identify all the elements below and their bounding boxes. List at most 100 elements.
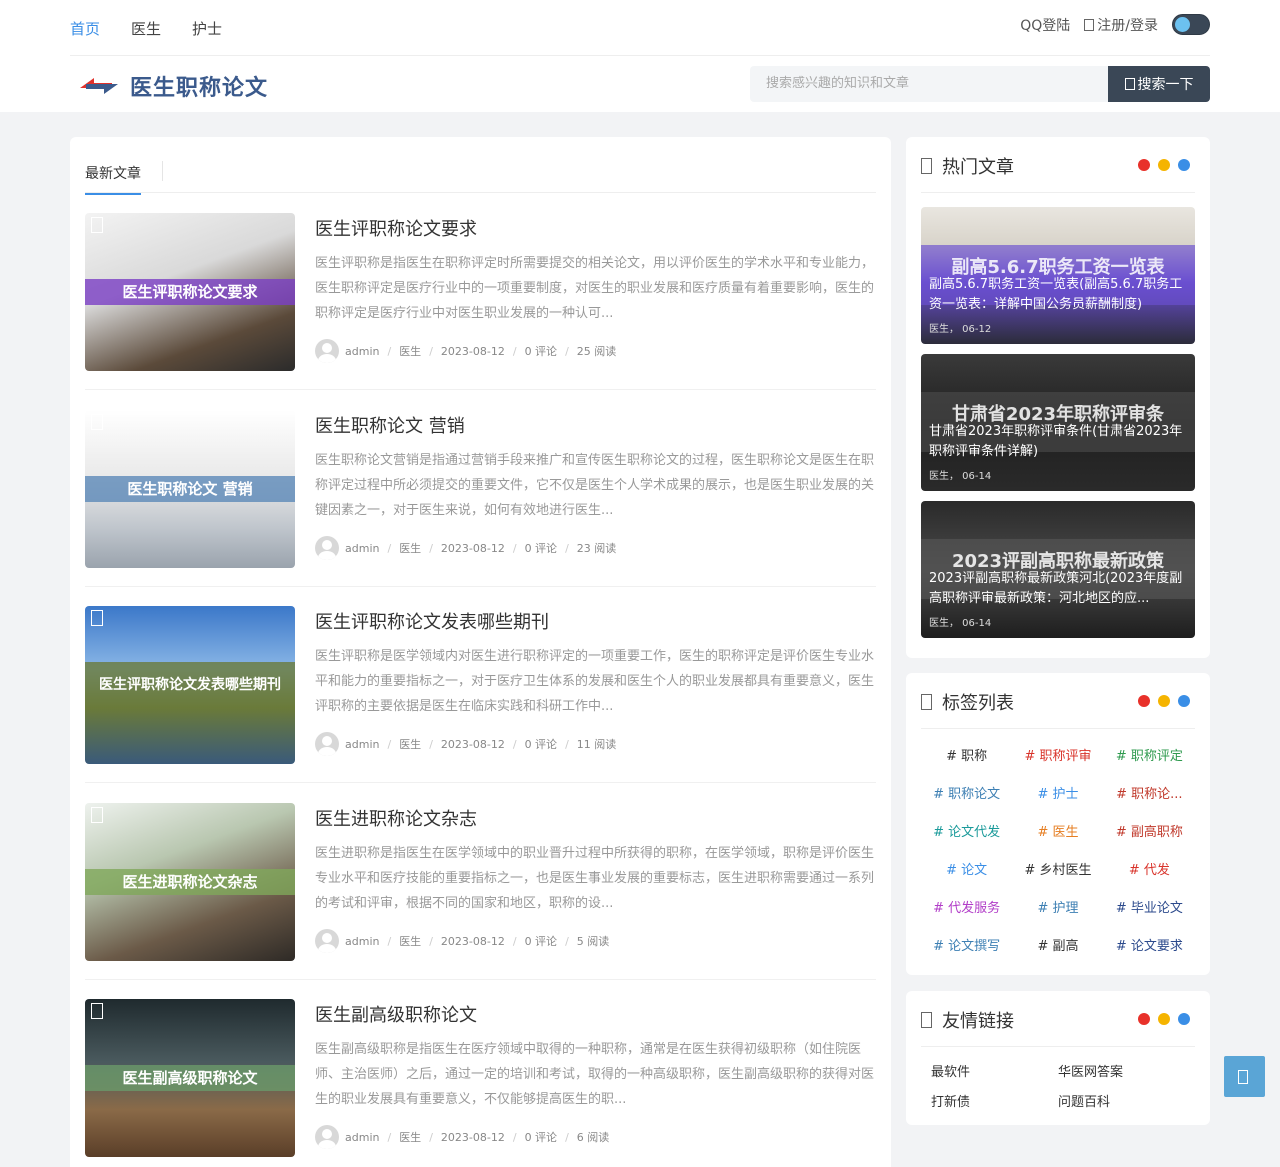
avatar bbox=[315, 339, 339, 363]
tag-link[interactable]: # 毕业论文 bbox=[1104, 899, 1195, 919]
nav-link-doctor[interactable]: 医生 bbox=[131, 18, 161, 39]
article-category[interactable]: 医生 bbox=[399, 736, 421, 752]
logo-icon bbox=[80, 78, 118, 94]
tag-link[interactable]: # 医生 bbox=[1012, 823, 1103, 843]
article-thumbnail[interactable]: 医生评职称论文发表哪些期刊 bbox=[85, 606, 295, 764]
dot-yellow bbox=[1158, 159, 1170, 171]
article-title[interactable]: 医生评职称论文要求 bbox=[315, 215, 477, 241]
tab-bar: 最新文章 bbox=[85, 157, 876, 195]
hot-article-title[interactable]: 甘肃省2023年职称评审条件(甘肃省2023年职称评审条件详解) bbox=[929, 422, 1191, 462]
meta-divider: / bbox=[565, 541, 569, 555]
friend-link-list: 最软件 华医网答案 打新债 问题百科 bbox=[931, 1061, 1185, 1110]
article-thumbnail[interactable]: 医生职称论文 营销 bbox=[85, 410, 295, 568]
search-button[interactable]: 搜索一下 bbox=[1108, 66, 1210, 102]
article-item[interactable]: 医生职称论文 营销 医生职称论文 营销 医生职称论文营销是指通过营销手段来推广和… bbox=[85, 410, 876, 587]
friend-links-header: 友情链接 bbox=[921, 1005, 1195, 1047]
tag-link[interactable]: # 护士 bbox=[1012, 785, 1103, 805]
hot-article-meta: 医生， 06-14 bbox=[929, 471, 992, 482]
search-input[interactable]: 搜索感兴趣的知识和文章 bbox=[750, 66, 1108, 102]
article-excerpt: 医生评职称是医学领域内对医生进行职称评定的一项重要工作，医生的职称评定是评价医生… bbox=[315, 649, 875, 714]
site-logo[interactable]: 医生职称论文 bbox=[74, 68, 268, 104]
tag-link[interactable]: # 代发 bbox=[1104, 861, 1195, 881]
article-title[interactable]: 医生评职称论文发表哪些期刊 bbox=[315, 608, 549, 634]
article-date: 2023-08-12 bbox=[440, 1130, 505, 1144]
window-dots bbox=[1138, 695, 1190, 707]
meta-divider: / bbox=[387, 541, 392, 555]
article-date: 2023-08-12 bbox=[440, 541, 505, 555]
friend-link[interactable]: 最软件 bbox=[931, 1061, 1058, 1080]
article-title[interactable]: 医生进职称论文杂志 bbox=[315, 805, 477, 831]
friend-link[interactable]: 问题百科 bbox=[1058, 1091, 1185, 1110]
tag-link[interactable]: # 论文要求 bbox=[1104, 937, 1195, 957]
tag-link[interactable]: # 副高 bbox=[1012, 937, 1103, 957]
tag-link[interactable]: # 乡村医生 bbox=[1012, 861, 1103, 881]
meta-divider: / bbox=[387, 344, 392, 358]
tags-widget: 标签列表 # 职称 # 职称评审 # 职称评定 # 职称论文 # 护士 # 职称论... #… bbox=[906, 673, 1210, 975]
article-thumbnail[interactable]: 医生进职称论文杂志 bbox=[85, 803, 295, 961]
tab-latest[interactable]: 最新文章 bbox=[85, 163, 141, 195]
toggle-knob bbox=[1175, 17, 1190, 32]
register-login-link[interactable]: 注册/登录 bbox=[1084, 15, 1158, 35]
meta-divider: / bbox=[387, 934, 392, 948]
friend-link[interactable]: 华医网答案 bbox=[1058, 1061, 1185, 1080]
article-comments: 0 评论 bbox=[524, 738, 558, 751]
latest-articles-panel: 最新文章 医生评职称论文要求 医生评职称论文要求 医生评职称是指医生在职称评定时… bbox=[70, 137, 891, 1167]
article-category[interactable]: 医生 bbox=[399, 540, 421, 556]
tag-link[interactable]: # 职称论... bbox=[1104, 785, 1195, 805]
hot-article-item[interactable]: 副高5.6.7职务工资一览表 副高5.6.7职务工资一览表(副高5.6.7职务工… bbox=[921, 207, 1195, 344]
nav-link-nurse[interactable]: 护士 bbox=[192, 18, 222, 39]
article-category[interactable]: 医生 bbox=[399, 933, 421, 949]
site-title: 医生职称论文 bbox=[130, 76, 269, 101]
hot-article-item[interactable]: 2023评副高职称最新政策 2023评副高职称最新政策河北(2023年度副高职称… bbox=[921, 501, 1195, 638]
hot-article-title[interactable]: 2023评副高职称最新政策河北(2023年度副高职称评审最新政策：河北地区的应.… bbox=[929, 569, 1191, 609]
article-author[interactable]: admin bbox=[345, 345, 379, 358]
tag-link[interactable]: # 护理 bbox=[1012, 899, 1103, 919]
article-meta: admin / 医生 / 2023-08-12 / 0 评论 / 11 阅读 bbox=[315, 732, 616, 756]
article-views: 5 阅读 bbox=[576, 935, 610, 948]
article-comments: 0 评论 bbox=[524, 935, 558, 948]
article-author[interactable]: admin bbox=[345, 1131, 379, 1144]
back-to-top-button[interactable] bbox=[1224, 1056, 1265, 1097]
theme-toggle[interactable] bbox=[1172, 14, 1210, 35]
image-badge-icon bbox=[91, 217, 103, 233]
dot-red bbox=[1138, 1013, 1150, 1025]
tag-link[interactable]: # 职称评定 bbox=[1104, 747, 1195, 767]
article-views: 23 阅读 bbox=[576, 542, 617, 555]
tag-link[interactable]: # 职称论文 bbox=[921, 785, 1012, 805]
tag-link[interactable]: # 职称评审 bbox=[1012, 747, 1103, 767]
hot-article-meta: 医生， 06-14 bbox=[929, 618, 992, 629]
article-item[interactable]: 医生副高级职称论文 医生副高级职称论文 医生副高级职称是指医生在医疗领域中取得的… bbox=[85, 999, 876, 1167]
avatar bbox=[315, 732, 339, 756]
meta-divider: / bbox=[512, 934, 517, 948]
article-item[interactable]: 医生进职称论文杂志 医生进职称论文杂志 医生进职称是指医生在医学领域中的职业晋升… bbox=[85, 803, 876, 980]
article-author[interactable]: admin bbox=[345, 935, 379, 948]
article-item[interactable]: 医生评职称论文要求 医生评职称论文要求 医生评职称是指医生在职称评定时所需要提交… bbox=[85, 213, 876, 390]
article-comments: 0 评论 bbox=[524, 542, 558, 555]
meta-divider: / bbox=[565, 737, 569, 751]
article-category[interactable]: 医生 bbox=[399, 1129, 421, 1145]
tag-link[interactable]: # 副高职称 bbox=[1104, 823, 1195, 843]
article-meta: admin / 医生 / 2023-08-12 / 0 评论 / 6 阅读 bbox=[315, 1125, 609, 1149]
tag-link[interactable]: # 论文代发 bbox=[921, 823, 1012, 843]
article-title[interactable]: 医生职称论文 营销 bbox=[315, 412, 465, 438]
article-author[interactable]: admin bbox=[345, 738, 379, 751]
article-thumbnail[interactable]: 医生副高级职称论文 bbox=[85, 999, 295, 1157]
search-button-label: 搜索一下 bbox=[1137, 77, 1194, 93]
friend-link[interactable]: 打新债 bbox=[931, 1091, 1058, 1110]
hot-article-title[interactable]: 副高5.6.7职务工资一览表(副高5.6.7职务工资一览表：详解中国公务员薪酬制… bbox=[929, 275, 1191, 315]
nav-link-home[interactable]: 首页 bbox=[70, 18, 100, 39]
tag-link[interactable]: # 代发服务 bbox=[921, 899, 1012, 919]
tag-link[interactable]: # 职称 bbox=[921, 747, 1012, 767]
qq-login-link[interactable]: QQ登陆 bbox=[1020, 15, 1070, 35]
article-thumbnail[interactable]: 医生评职称论文要求 bbox=[85, 213, 295, 371]
article-item[interactable]: 医生评职称论文发表哪些期刊 医生评职称论文发表哪些期刊 医生评职称是医学领域内对… bbox=[85, 606, 876, 783]
fire-icon bbox=[921, 158, 932, 174]
tag-list: # 职称 # 职称评审 # 职称评定 # 职称论文 # 护士 # 职称论... # 论文代发… bbox=[921, 747, 1195, 957]
tag-link[interactable]: # 论文 bbox=[921, 861, 1012, 881]
hot-article-item[interactable]: 甘肃省2023年职称评审条 甘肃省2023年职称评审条件(甘肃省2023年职称评… bbox=[921, 354, 1195, 491]
article-title[interactable]: 医生副高级职称论文 bbox=[315, 1001, 477, 1027]
article-author[interactable]: admin bbox=[345, 542, 379, 555]
tag-link[interactable]: # 论文撰写 bbox=[921, 937, 1012, 957]
article-category[interactable]: 医生 bbox=[399, 343, 421, 359]
article-views: 25 阅读 bbox=[576, 345, 617, 358]
